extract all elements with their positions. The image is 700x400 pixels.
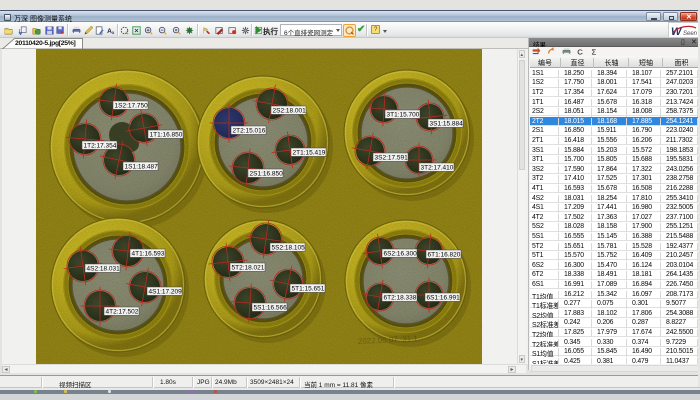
svg-text:Seen: Seen — [683, 31, 698, 37]
svg-text:a: a — [112, 30, 115, 34]
svg-text:C: C — [577, 47, 583, 56]
svg-text:Σ: Σ — [591, 47, 596, 56]
